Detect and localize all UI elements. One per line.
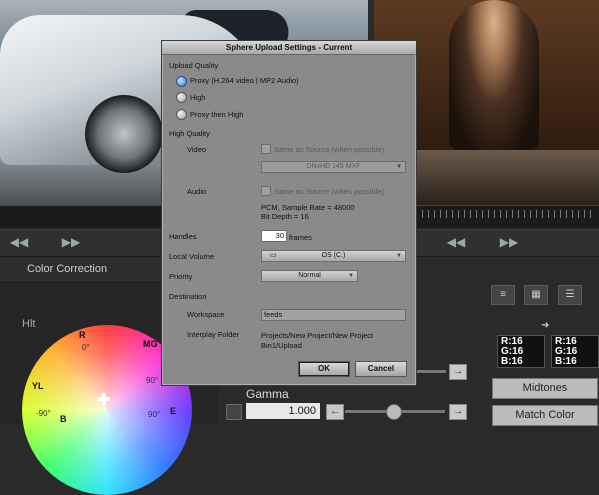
wheel-label-e: E (170, 406, 177, 416)
local-volume-select[interactable]: ▭ OS (C:) ▼ (261, 250, 406, 262)
interplay-folder-line2: Bin1/Upload (261, 341, 302, 350)
rgb-right-b: B:16 (555, 356, 577, 367)
sphere-upload-settings-dialog: Sphere Upload Settings - Current Upload … (161, 40, 417, 386)
audio-info-line2: Bit Depth = 16 (261, 212, 309, 221)
wheel-label-b: B (60, 414, 67, 424)
gamma-slider-knob[interactable] (386, 404, 402, 420)
wheel-label-mg: MG (143, 339, 158, 349)
gamma-value-field[interactable]: 1.000 (246, 403, 320, 419)
radio-proxy[interactable] (176, 76, 187, 87)
upper-slider-track[interactable] (416, 370, 446, 373)
wheel-degree-left: -90° (36, 409, 51, 418)
arrow-right-icon-upper[interactable]: → (449, 364, 467, 380)
drive-icon: ▭ (270, 252, 277, 259)
video-format-value: DNxHD 145 MXF (306, 163, 361, 170)
rgb-readout-left: R:16 G:16 B:16 (497, 335, 545, 368)
match-color-button[interactable]: Match Color (492, 405, 598, 426)
rgb-left-b: B:16 (501, 356, 523, 367)
crosshair-icon[interactable]: ✚ (97, 390, 110, 410)
priority-value: Normal (298, 272, 321, 279)
wheel-degree-bottom: 90° (148, 410, 161, 419)
video-same-as-source-label: Same as Source (when possible) (274, 145, 385, 154)
workspace-field[interactable]: feeds (261, 309, 406, 321)
chevron-down-icon: ▼ (396, 164, 402, 170)
handles-input[interactable]: 30 (261, 230, 287, 242)
priority-select[interactable]: Normal ▼ (261, 270, 358, 282)
settings-sliders-icon[interactable]: ≡ (491, 285, 515, 305)
handles-unit: frames (289, 233, 312, 242)
priority-label: Priority (169, 272, 193, 281)
midtones-button[interactable]: Midtones (492, 378, 598, 399)
cancel-button[interactable]: Cancel (355, 361, 407, 377)
fast-forward-icon[interactable]: ▶▶ (60, 233, 82, 251)
audio-same-as-source-label: Same as Source (when possible) (274, 187, 385, 196)
chevron-down-icon-volume: ▼ (396, 253, 402, 259)
gamma-label: Gamma (246, 387, 289, 401)
video-same-as-source-checkbox[interactable] (261, 144, 271, 154)
wheel-degree-top: 0° (82, 343, 90, 352)
high-quality-heading: High Quality (169, 129, 210, 138)
list-settings-icon[interactable]: ☰ (558, 285, 582, 305)
local-volume-value: OS (C:) (321, 252, 346, 259)
audio-info-line1: PCM, Sample Rate = 48000 (261, 203, 355, 212)
rewind-icon-record[interactable]: ◀◀ (445, 233, 467, 251)
radio-proxy-then-high[interactable] (176, 109, 187, 120)
vectorscope-icon[interactable]: ▦ (524, 285, 548, 305)
radio-proxy-then-high-label[interactable]: Proxy then High (190, 110, 243, 119)
dialog-title[interactable]: Sphere Upload Settings - Current (162, 41, 416, 55)
interplay-folder-line1: Projects/New Project/New Project (261, 331, 374, 340)
radio-high[interactable] (176, 92, 187, 103)
radio-proxy-label[interactable]: Proxy (H.264 video | MP2 Audio) (190, 76, 299, 85)
destination-heading: Destination (169, 292, 207, 301)
rgb-readout-right: R:16 G:16 B:16 (551, 335, 599, 368)
audio-same-as-source-checkbox[interactable] (261, 186, 271, 196)
handles-label: Handles (169, 232, 197, 241)
fast-forward-icon-record[interactable]: ▶▶ (498, 233, 520, 251)
upload-quality-heading: Upload Quality (169, 61, 219, 70)
chevron-down-icon-priority: ▼ (348, 273, 354, 279)
arrow-right-icon[interactable]: → (449, 404, 467, 420)
person-image (449, 0, 539, 150)
arrow-right-icon-match: ➜ (541, 320, 550, 331)
audio-label: Audio (187, 187, 207, 196)
wheel-label: Hlt (22, 318, 36, 330)
wheel-label-yl: YL (32, 381, 44, 391)
wheel-degree-right: 90° (146, 376, 159, 385)
car-wheel-image (85, 95, 163, 173)
local-volume-label: Local Volume (169, 252, 215, 261)
radio-high-label[interactable]: High (190, 93, 205, 102)
video-format-select[interactable]: DNxHD 145 MXF ▼ (261, 161, 406, 173)
wheel-label-r: R (79, 330, 86, 340)
gamma-enable-button[interactable] (226, 404, 242, 420)
rewind-icon[interactable]: ◀◀ (8, 233, 30, 251)
interplay-folder-label: Interplay Folder (187, 330, 240, 339)
color-correction-title: Color Correction (27, 263, 108, 275)
ok-button[interactable]: OK (298, 361, 350, 377)
video-label: Video (187, 145, 207, 154)
arrow-left-icon[interactable]: ← (326, 404, 344, 420)
workspace-label: Workspace (187, 310, 225, 319)
